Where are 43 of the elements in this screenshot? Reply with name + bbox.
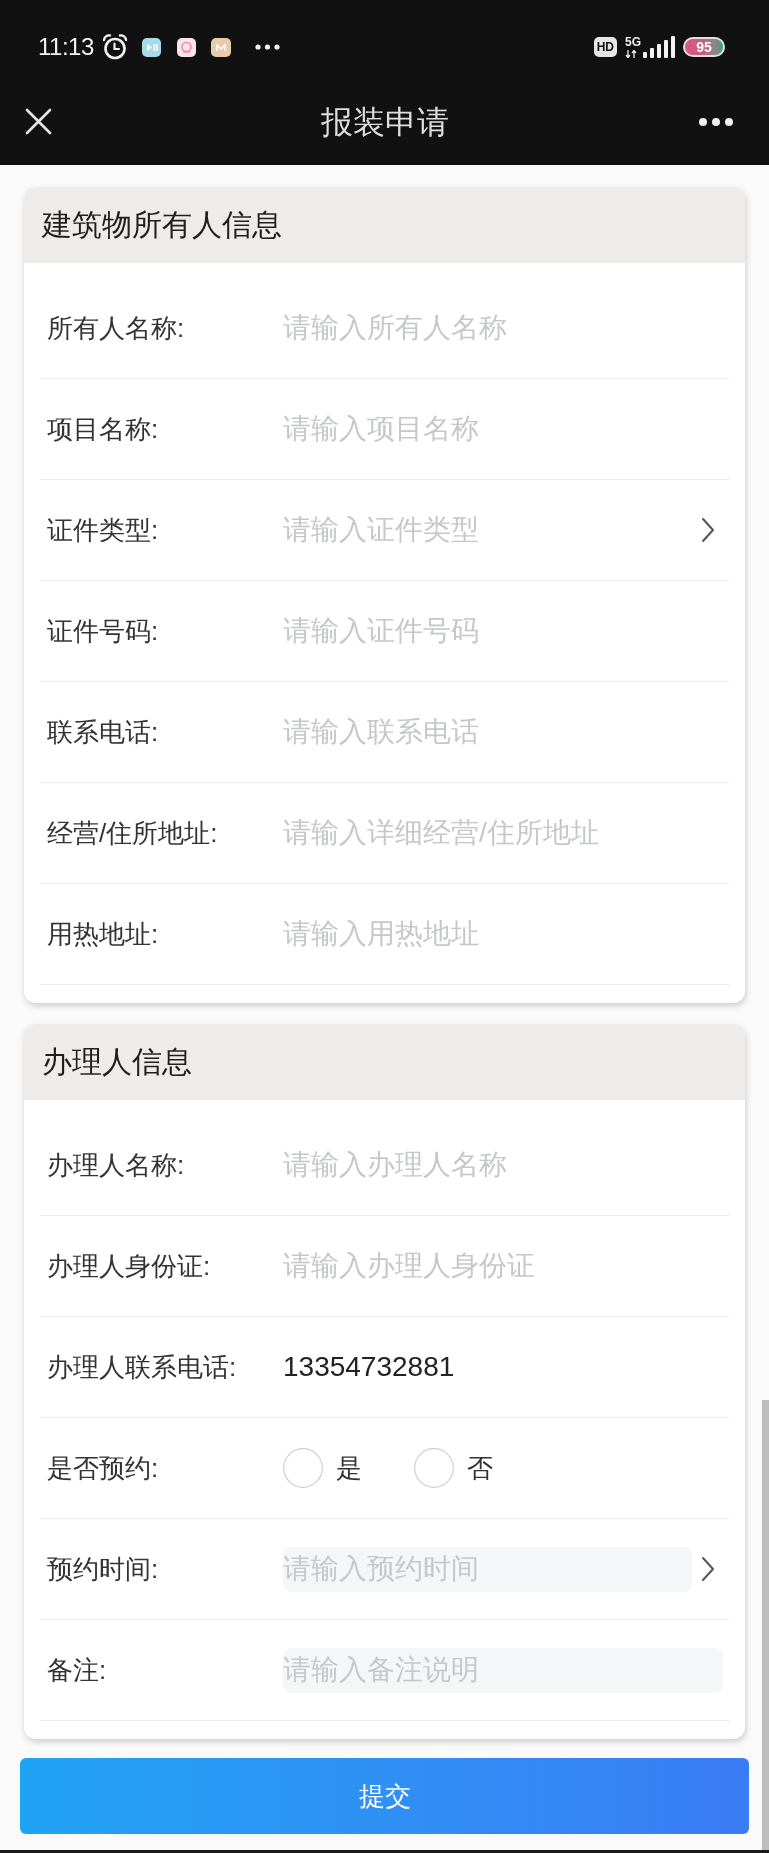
radio-option[interactable]: 是 [283, 1448, 362, 1488]
field-label: 预约时间: [47, 1556, 160, 1582]
input-field[interactable]: 13354732881 [283, 1344, 723, 1390]
section-title: 办理人信息 [42, 1047, 192, 1077]
app-notification-icon [141, 37, 161, 57]
input-field[interactable]: 请输入证件号码 [283, 608, 723, 654]
input-field[interactable]: 请输入详细经营/住所地址 [283, 810, 723, 856]
input-field[interactable]: 请输入联系电话 [283, 709, 723, 755]
field-label: 用热地址: [47, 921, 160, 947]
field-label: 是否预约: [47, 1455, 160, 1481]
chevron-right-icon[interactable] [701, 517, 715, 543]
hd-indicator: HD [593, 37, 617, 57]
page-title: 报装申请 [320, 105, 449, 138]
app-notification-icon [176, 37, 196, 57]
signal-icon [643, 36, 675, 58]
battery-indicator: 95 [683, 37, 725, 57]
input-field[interactable]: 请输入项目名称 [283, 406, 723, 452]
close-icon[interactable] [25, 108, 52, 135]
field-label: 备注: [47, 1657, 108, 1683]
field-label: 办理人名称: [47, 1152, 186, 1178]
radio-option[interactable]: 否 [414, 1448, 493, 1488]
field-label: 项目名称: [47, 416, 160, 442]
input-field[interactable]: 请输入办理人名称 [283, 1142, 723, 1188]
more-notifications-icon [254, 44, 280, 50]
field-label: 证件号码: [47, 618, 160, 644]
data-arrows-icon [625, 50, 637, 58]
field-label: 所有人名称: [47, 315, 186, 341]
field-label: 办理人联系电话: [47, 1354, 238, 1380]
input-field[interactable]: 请输入办理人身份证 [283, 1243, 723, 1289]
field-label: 证件类型: [47, 517, 160, 543]
input-field[interactable]: 请输入所有人名称 [283, 305, 723, 351]
field-label: 经营/住所地址: [47, 820, 219, 846]
network-type: 5G [625, 36, 641, 48]
input-field[interactable]: 请输入用热地址 [283, 911, 723, 957]
field-label: 联系电话: [47, 719, 160, 745]
section-title: 建筑物所有人信息 [42, 210, 282, 240]
alarm-icon [100, 33, 129, 61]
select-field[interactable]: 请输入证件类型 [283, 507, 692, 553]
status-time: 11:13 [38, 35, 94, 59]
more-icon[interactable] [699, 117, 733, 126]
chevron-right-icon[interactable] [701, 1556, 715, 1582]
field-label: 办理人身份证: [47, 1253, 212, 1279]
app-notification-icon [210, 37, 231, 57]
